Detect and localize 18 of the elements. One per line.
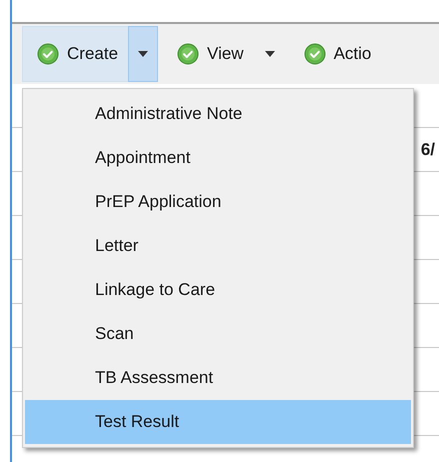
menu-item[interactable]: Test Result xyxy=(25,400,411,444)
menu-item[interactable]: Administrative Note xyxy=(25,92,411,136)
check-circle-icon xyxy=(304,43,326,65)
toolbar-button[interactable]: Create xyxy=(22,26,128,82)
caret-icon xyxy=(138,51,148,57)
menu-item[interactable]: TB Assessment xyxy=(25,356,411,400)
menu-item[interactable]: PrEP Application xyxy=(25,180,411,224)
menu-item[interactable]: Appointment xyxy=(25,136,411,180)
menu-item[interactable]: Scan xyxy=(25,312,411,356)
menu-item[interactable]: Linkage to Care xyxy=(25,268,411,312)
caret-icon xyxy=(264,51,275,57)
dropdown-button[interactable] xyxy=(128,26,158,82)
toolbar-button[interactable]: Actio xyxy=(288,26,382,82)
table-cell-text: 6/ xyxy=(420,138,435,161)
check-circle-icon xyxy=(177,43,200,65)
menu-item[interactable]: Letter xyxy=(25,224,411,268)
toolbar-button[interactable]: View xyxy=(162,26,255,82)
check-circle-icon xyxy=(37,43,59,65)
